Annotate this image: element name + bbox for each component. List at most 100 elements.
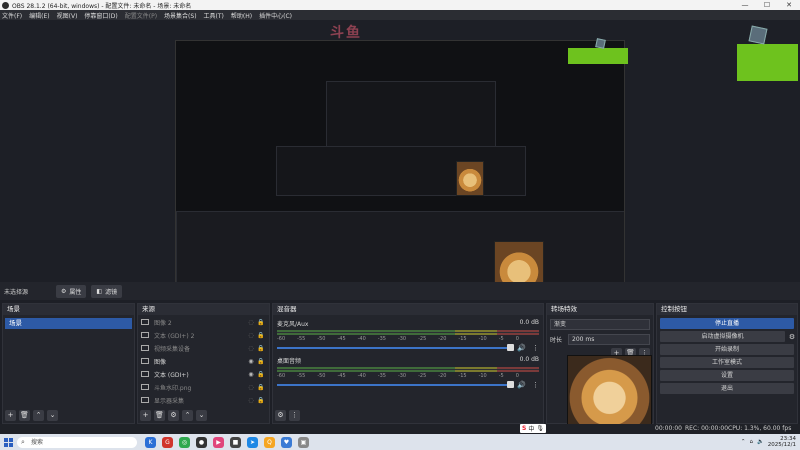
- source-row[interactable]: 图像 2 ◌ 🔒: [138, 316, 269, 328]
- source-row[interactable]: 文本 (GDI+) 2 ◌ 🔒: [138, 329, 269, 341]
- monitor-icon: [141, 397, 149, 403]
- source-settings-button[interactable]: ⚙: [168, 410, 179, 421]
- scene-item[interactable]: 场景: [5, 318, 132, 329]
- eye-off-icon[interactable]: ◌: [246, 397, 256, 404]
- transition-select[interactable]: 渐变: [550, 319, 650, 330]
- taskbar-search[interactable]: 搜索: [17, 436, 137, 448]
- tick: -20: [438, 336, 447, 342]
- source-row[interactable]: 斗鱼水印.png ◌ 🔒: [138, 381, 269, 393]
- close-button[interactable]: ✕: [778, 0, 800, 10]
- lock-icon[interactable]: 🔒: [256, 384, 266, 391]
- more-options-icon[interactable]: ⋮: [532, 381, 539, 389]
- settings-button[interactable]: 设置: [660, 370, 794, 381]
- filters-button[interactable]: ◧ 滤镜: [91, 284, 123, 298]
- app-icon[interactable]: ▣: [298, 436, 309, 448]
- wechat-icon[interactable]: ◎: [179, 436, 190, 448]
- move-up-button[interactable]: ⌃: [33, 410, 44, 421]
- tray-chevron-icon[interactable]: ⌃: [741, 439, 746, 445]
- filters-label: 滤镜: [105, 288, 118, 296]
- advanced-audio-button[interactable]: ⚙: [275, 410, 286, 421]
- menu-view[interactable]: 视图(V): [57, 11, 78, 20]
- start-recording-button[interactable]: 开始录制: [660, 344, 794, 355]
- move-down-button[interactable]: ⌄: [196, 410, 207, 421]
- add-source-button[interactable]: +: [140, 410, 151, 421]
- eye-off-icon[interactable]: ◌: [246, 332, 256, 339]
- speaker-icon[interactable]: 🔊: [517, 381, 526, 389]
- duration-input[interactable]: 200 ms: [568, 334, 650, 345]
- volume-slider[interactable]: [277, 381, 515, 388]
- tick: -10: [478, 373, 487, 379]
- menu-file[interactable]: 文件(F): [2, 11, 22, 20]
- properties-button[interactable]: ⚙ 属性: [56, 284, 87, 298]
- network-icon[interactable]: ⌂: [749, 439, 753, 445]
- menu-tools[interactable]: 工具(T): [204, 11, 224, 20]
- lock-icon[interactable]: 🔒: [256, 332, 266, 339]
- maximize-button[interactable]: ☐: [756, 0, 778, 10]
- lock-icon[interactable]: 🔒: [256, 371, 266, 378]
- studio-mode-button[interactable]: 工作室模式: [660, 357, 794, 368]
- tick: 0: [515, 336, 519, 342]
- telegram-icon[interactable]: ➤: [247, 436, 258, 448]
- more-options-icon[interactable]: ⋮: [532, 344, 539, 352]
- stop-streaming-button[interactable]: 停止直播: [660, 318, 794, 329]
- qq-icon[interactable]: Q: [264, 436, 275, 448]
- channel-name: 桌面音频: [277, 358, 302, 365]
- source-row[interactable]: 视频采集设备 ◌ 🔒: [138, 342, 269, 354]
- ime-lang: 中: [528, 426, 535, 433]
- tick: -30: [397, 373, 407, 379]
- sogou-icon: S: [522, 425, 527, 432]
- tick: -35: [377, 336, 386, 342]
- lock-icon[interactable]: 🔒: [256, 397, 266, 404]
- chrome-icon[interactable]: G: [162, 436, 173, 448]
- text-icon: [141, 371, 149, 377]
- menu-help[interactable]: 帮助(H): [231, 11, 252, 20]
- lock-icon[interactable]: 🔒: [256, 358, 266, 365]
- volume-slider[interactable]: [277, 344, 515, 351]
- exit-button[interactable]: 退出: [660, 383, 794, 394]
- minimize-button[interactable]: —: [734, 0, 756, 10]
- clock[interactable]: 23:34 2025/12/1: [768, 436, 796, 448]
- sources-panel: 来源 图像 2 ◌ 🔒 文本 (GDI+) 2 ◌ 🔒 视频采集设备 ◌ 🔒 图像 ◉ 🔒 文本…: [137, 303, 270, 424]
- eye-icon[interactable]: ◉: [246, 371, 256, 378]
- volume-icon[interactable]: 🔈: [757, 439, 764, 445]
- source-row[interactable]: 文本 (GDI+) ◉ 🔒: [138, 368, 269, 380]
- program-preview[interactable]: [175, 40, 625, 296]
- add-scene-button[interactable]: +: [5, 410, 16, 421]
- tick: -15: [458, 336, 467, 342]
- lock-icon[interactable]: 🔒: [256, 319, 266, 326]
- channel-name: 麦克风/Aux: [277, 321, 309, 328]
- remove-scene-button[interactable]: 🗑: [19, 410, 30, 421]
- speaker-icon[interactable]: 🔊: [517, 344, 526, 352]
- menu-docks[interactable]: 停靠窗口(D): [84, 11, 117, 20]
- app-icon[interactable]: ♥: [281, 436, 292, 448]
- app-icon[interactable]: ■: [230, 436, 241, 448]
- eye-off-icon[interactable]: ◌: [246, 384, 256, 391]
- menu-scene-collection[interactable]: 场景集合(S): [164, 11, 197, 20]
- no-source-label: 未选择源: [4, 288, 29, 296]
- move-up-button[interactable]: ⌃: [182, 410, 193, 421]
- obs-icon[interactable]: ●: [196, 436, 207, 448]
- source-row[interactable]: 图像 ◉ 🔒: [138, 355, 269, 367]
- mic-icon: 🎙: [536, 425, 544, 432]
- source-row[interactable]: 显示器采集 ◌ 🔒: [138, 394, 269, 406]
- start-virtual-camera-button[interactable]: 启动虚拟摄像机: [660, 331, 785, 342]
- windows-start-icon[interactable]: [4, 437, 13, 447]
- bilibili-icon[interactable]: ▶: [213, 436, 224, 448]
- menu-edit[interactable]: 编辑(E): [29, 11, 49, 20]
- kugou-icon[interactable]: K: [145, 436, 156, 448]
- tick: -20: [438, 373, 447, 379]
- sources-header: 来源: [138, 304, 269, 315]
- eye-off-icon[interactable]: ◌: [246, 345, 256, 352]
- remove-source-button[interactable]: 🗑: [154, 410, 165, 421]
- menu-profile[interactable]: 配置文件(P): [125, 11, 157, 20]
- mixer-menu-button[interactable]: ⋮: [289, 410, 300, 421]
- lock-icon[interactable]: 🔒: [256, 345, 266, 352]
- ime-toolbar[interactable]: S 中 🎙: [520, 424, 546, 433]
- properties-label: 属性: [69, 288, 82, 296]
- eye-icon[interactable]: ◉: [246, 358, 256, 365]
- obs-logo-icon: [2, 1, 9, 9]
- gear-icon[interactable]: ⚙: [787, 333, 797, 341]
- eye-off-icon[interactable]: ◌: [246, 319, 256, 326]
- move-down-button[interactable]: ⌄: [47, 410, 58, 421]
- menu-plugins[interactable]: 插件中心(C): [259, 11, 292, 20]
